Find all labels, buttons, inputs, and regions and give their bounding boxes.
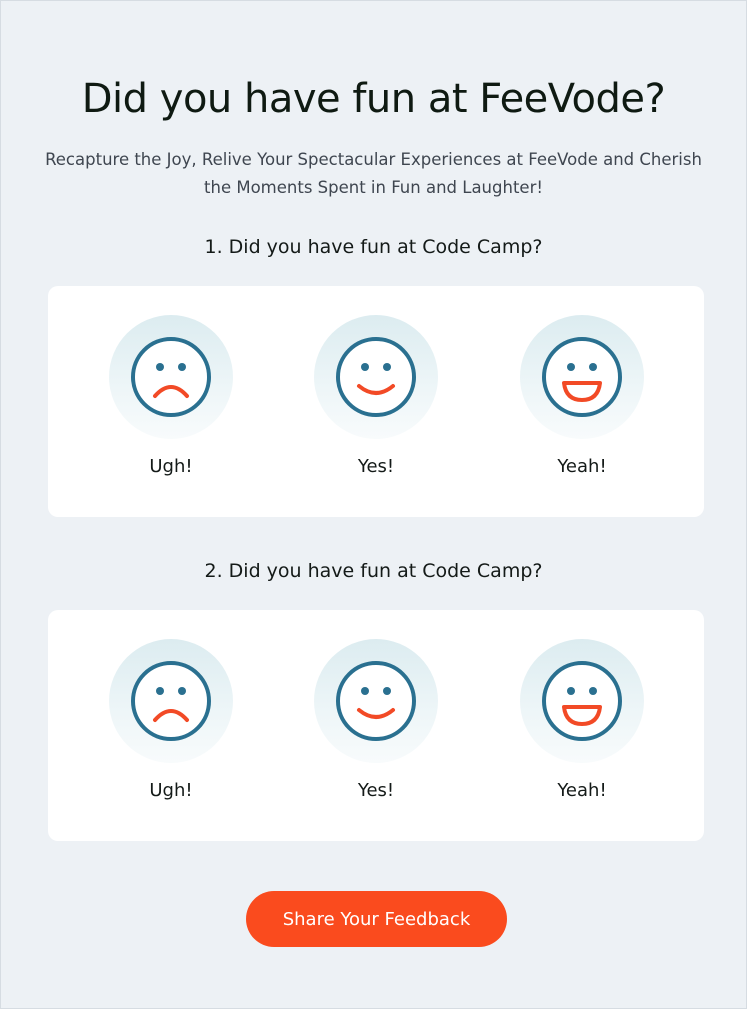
question-2-card: Ugh! Yes! Yeah! (48, 610, 704, 841)
smile-face-icon (314, 639, 438, 763)
grin-face-icon (520, 639, 644, 763)
option-yes[interactable]: Yes! (296, 315, 456, 485)
option-yes[interactable]: Yes! (296, 639, 456, 809)
smile-face-icon (314, 315, 438, 439)
option-yeah[interactable]: Yeah! (502, 315, 662, 485)
option-label: Yes! (357, 456, 395, 477)
question-1-text: 1. Did you have fun at Code Camp? (204, 236, 543, 258)
question-1-card: Ugh! Yes! Yeah! (48, 286, 704, 517)
page-title: Did you have fun at FeeVode? (81, 76, 666, 122)
sad-face-icon (109, 315, 233, 439)
share-feedback-button[interactable]: Share Your Feedback (246, 891, 507, 947)
sad-face-icon (109, 639, 233, 763)
question-2-text: 2. Did you have fun at Code Camp? (204, 560, 543, 582)
feedback-page: Did you have fun at FeeVode? Recapture t… (0, 0, 747, 1009)
option-label: Yeah! (557, 780, 607, 801)
option-label: Ugh! (149, 780, 193, 801)
option-label: Yeah! (557, 456, 607, 477)
page-subtitle: Recapture the Joy, Relive Your Spectacul… (45, 150, 702, 197)
grin-face-icon (520, 315, 644, 439)
option-ugh[interactable]: Ugh! (91, 639, 251, 809)
option-yeah[interactable]: Yeah! (502, 639, 662, 809)
option-label: Ugh! (149, 456, 193, 477)
option-label: Yes! (357, 780, 395, 801)
option-ugh[interactable]: Ugh! (91, 315, 251, 485)
